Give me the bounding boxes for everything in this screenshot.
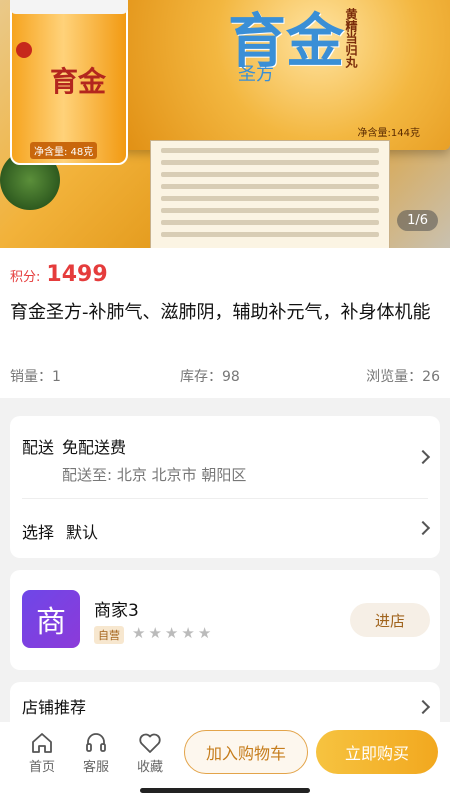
- delivery-label: 配送: [22, 438, 55, 457]
- buy-now-button[interactable]: 立即购买: [316, 730, 438, 774]
- shop-logo[interactable]: 商: [22, 590, 80, 648]
- nav-service[interactable]: 客服: [76, 730, 116, 775]
- price-value: 1499: [46, 262, 108, 287]
- headset-icon: [76, 730, 116, 756]
- shop-name: 商家3: [94, 601, 139, 621]
- bottom-action-bar: 首页 客服 收藏 加入购物车 立即购买: [0, 722, 450, 800]
- star-icon: ★: [164, 624, 179, 642]
- nav-service-label: 客服: [82, 760, 109, 775]
- store-recommend-label: 店铺推荐: [22, 698, 87, 717]
- product-title: 育金圣方-补肺气、滋肺阴，辅助补元气，补身体机能: [10, 302, 431, 323]
- home-indicator: [140, 788, 310, 793]
- star-icon: ★: [148, 624, 162, 642]
- view-count: 浏览量：26: [366, 369, 440, 385]
- delivery-row[interactable]: 配送 免配送费 配送至: 北京 北京市 朝阳区: [10, 416, 440, 498]
- sales-count: 销量：1: [10, 369, 61, 385]
- box-net-weight: 净含量:144克: [357, 128, 420, 139]
- seal-icon: [16, 42, 32, 58]
- nav-home-label: 首页: [28, 760, 55, 775]
- delivery-fee: 免配送费: [62, 438, 127, 457]
- delivery-address: 配送至: 北京 北京市 朝阳区: [62, 466, 247, 484]
- image-pager-indicator: 1/6: [397, 210, 438, 231]
- chevron-right-icon: [415, 520, 431, 536]
- box-vertical-text: 黄精当归丸: [344, 8, 358, 68]
- stock-count: 库存：98: [180, 369, 240, 385]
- product-info-section: 积分: 1499 育金圣方-补肺气、滋肺阴，辅助补元气，补身体机能 销量：1 库…: [0, 248, 450, 398]
- home-icon: [22, 730, 62, 756]
- shop-card: 商 商家3 自营 ★ ★ ★ ★ ★ 进店: [10, 570, 440, 670]
- bottle-net-weight: 净含量: 48克: [30, 142, 98, 159]
- box-sub-text: 圣方: [238, 64, 274, 85]
- star-icon: ★: [132, 624, 146, 642]
- heart-icon: [130, 730, 170, 756]
- select-value: 默认: [66, 523, 99, 542]
- product-leaflet: [150, 140, 390, 248]
- bottle-cap: [10, 0, 128, 14]
- select-label: 选择: [22, 523, 55, 542]
- price-row: 积分: 1499: [10, 262, 108, 287]
- self-operated-badge: 自营: [94, 626, 124, 644]
- chevron-right-icon: [415, 449, 431, 465]
- enter-shop-button[interactable]: 进店: [350, 603, 430, 637]
- chevron-right-icon: [415, 699, 431, 715]
- shop-rating-stars: ★ ★ ★ ★ ★: [132, 624, 211, 642]
- star-icon: ★: [197, 624, 212, 642]
- nav-favorite[interactable]: 收藏: [130, 730, 170, 775]
- product-image-gallery[interactable]: 育金 圣方 黄精当归丸 净含量:144克 育金 净含量: 48克 1/6: [0, 0, 450, 248]
- price-label: 积分:: [10, 270, 41, 285]
- add-to-cart-button[interactable]: 加入购物车: [184, 730, 308, 774]
- star-icon: ★: [181, 624, 195, 642]
- nav-home[interactable]: 首页: [22, 730, 62, 775]
- bottle-brand-text: 育金: [50, 65, 107, 98]
- delivery-card: 配送 免配送费 配送至: 北京 北京市 朝阳区 选择 默认: [10, 416, 440, 558]
- spec-select-row[interactable]: 选择 默认: [10, 499, 440, 558]
- nav-favorite-label: 收藏: [136, 760, 163, 775]
